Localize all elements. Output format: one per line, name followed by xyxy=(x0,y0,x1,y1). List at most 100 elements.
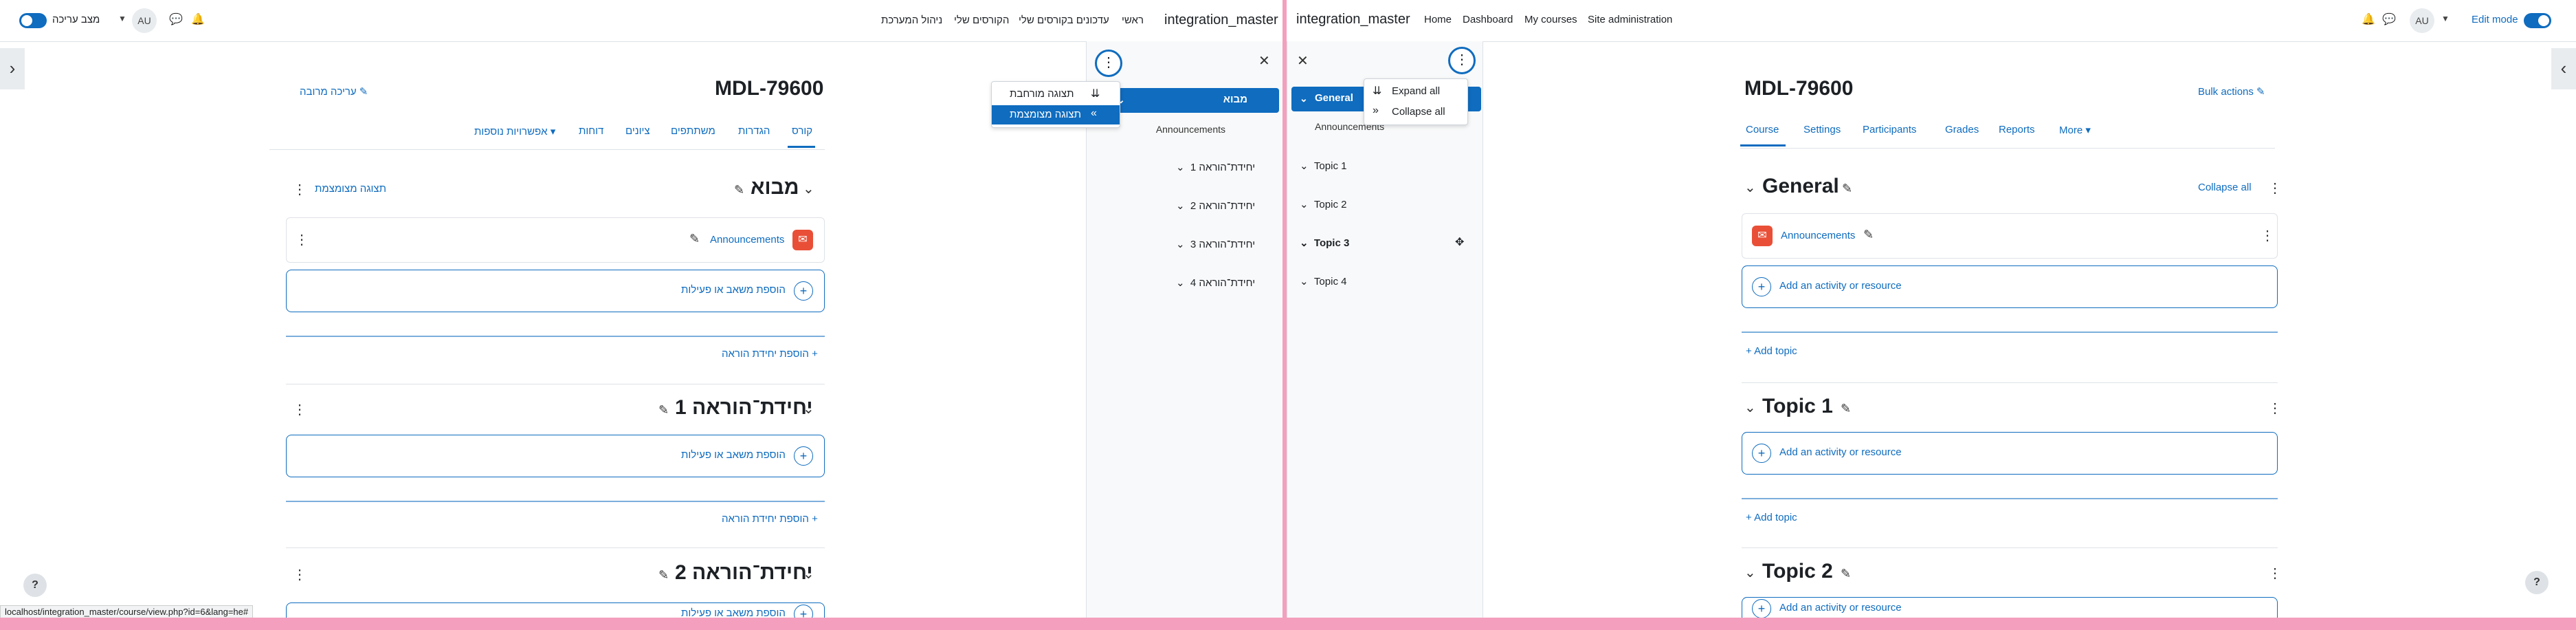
nav-my-courses[interactable]: הקורסים שלי xyxy=(954,14,1009,26)
menu-expanded-view[interactable]: תצוגה מורחבת ⇊ xyxy=(992,85,1120,104)
add-section-link[interactable]: הוספת יחידת הוראה + xyxy=(722,513,818,525)
index-section-2[interactable]: ⌄ Topic 2 xyxy=(1300,198,1346,210)
menu-collapse-all[interactable]: » Collapse all xyxy=(1364,102,1467,122)
nav-site-admin[interactable]: Site administration xyxy=(1588,14,1672,25)
bell-icon[interactable]: 🔔 xyxy=(191,12,205,26)
section-kebab-icon[interactable]: ⋮ xyxy=(293,568,307,582)
announcements-link[interactable]: Announcements xyxy=(710,234,784,246)
chat-icon[interactable]: 💬 xyxy=(169,12,183,26)
announcements-link[interactable]: Announcements xyxy=(1781,230,1855,241)
chevron-down-icon[interactable]: ⌄ xyxy=(1744,179,1756,196)
add-activity-box[interactable]: הוספת משאב או פעילות + xyxy=(286,602,825,618)
add-activity-box[interactable]: + Add an activity or resource xyxy=(1742,432,2278,475)
edit-mode-toggle[interactable] xyxy=(19,13,47,28)
blocks-drawer-toggle[interactable]: ‹ xyxy=(2551,48,2576,89)
pencil-icon[interactable]: ✎ xyxy=(1842,182,1852,196)
activity-announcements: ⋮ ✎ Announcements ✉ xyxy=(286,217,825,263)
collapsed-view-link[interactable]: תצוגה מצומצמת xyxy=(315,183,386,195)
section-kebab-icon[interactable]: ⋮ xyxy=(293,403,307,417)
blocks-drawer-toggle[interactable]: › xyxy=(0,48,25,89)
bulk-actions-link[interactable]: Bulk actions ✎ xyxy=(2198,85,2265,98)
course-title: MDL-79600 xyxy=(715,77,824,100)
section-separator xyxy=(1742,547,2278,548)
nav-recent-updates[interactable]: עדכונים בקורסים שלי xyxy=(1019,14,1109,26)
index-section-4[interactable]: ⌄ Topic 4 xyxy=(1300,275,1346,287)
tab-reports[interactable]: Reports xyxy=(1999,124,2035,135)
chevron-down-icon[interactable]: ▼ xyxy=(2441,14,2450,23)
pencil-icon[interactable]: ✎ xyxy=(689,232,700,246)
tab-active-underline xyxy=(1740,144,1786,146)
chat-icon[interactable]: 💬 xyxy=(2382,12,2396,26)
section-kebab-icon[interactable]: ⋮ xyxy=(2268,567,2282,580)
drag-move-icon[interactable]: ✥ xyxy=(1455,235,1464,249)
chevron-down-icon[interactable]: ⌄ xyxy=(803,180,814,197)
course-index-kebab-icon[interactable]: ⋮ xyxy=(1095,50,1122,77)
tab-more-label: אפשרויות נוספות xyxy=(474,126,548,138)
add-section-label: הוספת יחידת הוראה xyxy=(722,348,809,360)
pencil-icon[interactable]: ✎ xyxy=(658,403,669,417)
tab-course[interactable]: קורס xyxy=(792,125,812,137)
index-section-1[interactable]: ⌄ Topic 1 xyxy=(1300,160,1346,172)
index-activity-announcements[interactable]: Announcements xyxy=(1156,124,1225,135)
add-topic-link[interactable]: + Add topic xyxy=(1746,512,1797,523)
add-activity-box[interactable]: + Add an activity or resource xyxy=(1742,265,2278,308)
nav-my-courses[interactable]: My courses xyxy=(1524,14,1577,25)
pencil-icon[interactable]: ✎ xyxy=(734,183,744,197)
tab-participants[interactable]: משתתפים xyxy=(671,125,715,137)
chevron-down-icon[interactable]: ⌄ xyxy=(1744,564,1756,581)
section-divider xyxy=(1742,498,2278,499)
edit-mode-toggle[interactable] xyxy=(2524,13,2551,28)
section-kebab-icon[interactable]: ⋮ xyxy=(2268,182,2282,195)
section-kebab-icon[interactable]: ⋮ xyxy=(293,183,307,197)
chevron-down-icon[interactable]: ⌄ xyxy=(803,400,814,417)
pencil-icon[interactable]: ✎ xyxy=(1841,567,1851,581)
pencil-icon[interactable]: ✎ xyxy=(658,568,669,583)
tab-reports[interactable]: דוחות xyxy=(579,125,603,137)
index-section-1[interactable]: ⌄ יחידת־הוראה 1 xyxy=(1176,161,1255,173)
menu-collapsed-view[interactable]: תצוגה מצומצמת « xyxy=(992,105,1120,124)
close-icon[interactable]: ✕ xyxy=(1258,52,1270,69)
tab-more[interactable]: More ▾ xyxy=(2059,124,2091,136)
index-section-3[interactable]: ⌄ Topic 3 xyxy=(1300,237,1349,249)
nav-site-admin[interactable]: ניהול המערכת xyxy=(881,14,942,26)
add-section-link[interactable]: הוספת יחידת הוראה + xyxy=(722,348,818,360)
nav-home[interactable]: ראשי xyxy=(1122,14,1144,26)
menu-expand-all[interactable]: ⇊ Expand all xyxy=(1364,82,1467,101)
tab-settings[interactable]: הגדרות xyxy=(738,125,770,137)
tab-more[interactable]: אפשרויות נוספות ▾ xyxy=(474,125,555,138)
avatar[interactable]: AU xyxy=(132,8,157,33)
add-activity-box[interactable]: הוספת משאב או פעילות + xyxy=(286,435,825,477)
add-activity-box[interactable]: הוספת משאב או פעילות + xyxy=(286,270,825,312)
bulk-edit-link[interactable]: עריכה מרובה ✎ xyxy=(300,85,368,98)
site-name[interactable]: integration_master xyxy=(1296,12,1410,28)
chevron-down-icon[interactable]: ▼ xyxy=(118,14,126,23)
chevron-down-icon[interactable]: ⌄ xyxy=(803,565,814,583)
tab-grades[interactable]: ציונים xyxy=(625,125,650,137)
bell-icon[interactable]: 🔔 xyxy=(2362,12,2375,26)
section-kebab-icon[interactable]: ⋮ xyxy=(2268,402,2282,415)
avatar[interactable]: AU xyxy=(2410,8,2434,33)
course-index-kebab-icon[interactable]: ⋮ xyxy=(1448,47,1476,74)
add-topic-link[interactable]: + Add topic xyxy=(1746,345,1797,357)
add-activity-box[interactable]: + Add an activity or resource xyxy=(1742,597,2278,618)
index-section-4[interactable]: ⌄ יחידת־הוראה 4 xyxy=(1176,276,1255,289)
pencil-icon[interactable]: ✎ xyxy=(1863,228,1874,242)
nav-home[interactable]: Home xyxy=(1424,14,1452,25)
chevron-down-icon[interactable]: ⌄ xyxy=(1744,399,1756,416)
pencil-icon[interactable]: ✎ xyxy=(1841,402,1851,416)
help-icon[interactable]: ? xyxy=(23,574,47,597)
activity-kebab-icon[interactable]: ⋮ xyxy=(295,233,309,247)
close-icon[interactable]: ✕ xyxy=(1297,52,1309,69)
tab-participants[interactable]: Participants xyxy=(1863,124,1916,135)
help-icon[interactable]: ? xyxy=(2525,571,2549,594)
activity-kebab-icon[interactable]: ⋮ xyxy=(2261,229,2274,243)
add-section-label: הוספת יחידת הוראה xyxy=(722,513,809,525)
site-name[interactable]: integration_master xyxy=(1164,12,1278,28)
tab-course[interactable]: Course xyxy=(1746,124,1779,135)
nav-dashboard[interactable]: Dashboard xyxy=(1463,14,1513,25)
index-section-2[interactable]: ⌄ יחידת־הוראה 2 xyxy=(1176,199,1255,212)
tab-settings[interactable]: Settings xyxy=(1803,124,1841,135)
index-section-3[interactable]: ⌄ יחידת־הוראה 3 xyxy=(1176,238,1255,250)
collapse-all-link[interactable]: Collapse all xyxy=(2198,182,2252,193)
tab-grades[interactable]: Grades xyxy=(1945,124,1979,135)
